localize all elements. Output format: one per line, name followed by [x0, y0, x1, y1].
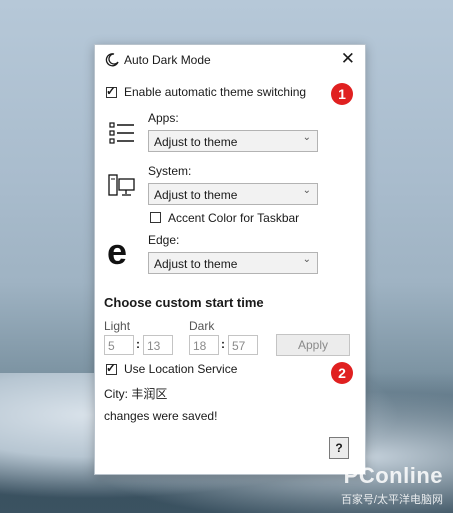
- light-minute-input[interactable]: 13: [143, 335, 173, 355]
- moon-icon: [105, 53, 119, 67]
- chevron-down-icon: ⌄: [302, 185, 311, 196]
- location-service-checkbox[interactable]: ✓: [106, 361, 117, 375]
- dark-hour-input[interactable]: 18: [189, 335, 219, 355]
- time-separator: :: [221, 337, 225, 351]
- light-label: Light: [104, 319, 131, 333]
- location-service-label[interactable]: Use Location Service: [124, 362, 237, 376]
- close-icon[interactable]: ✕: [341, 50, 355, 68]
- apps-theme-dropdown[interactable]: Adjust to theme ⌄: [148, 130, 318, 152]
- checkmark-icon: ✓: [106, 84, 117, 98]
- enable-switching-label[interactable]: Enable automatic theme switching: [124, 85, 306, 99]
- window-title: Auto Dark Mode: [124, 53, 211, 67]
- dark-minute-input[interactable]: 57: [228, 335, 258, 355]
- system-theme-value: Adjust to theme: [154, 188, 238, 202]
- chevron-down-icon: ⌄: [302, 132, 311, 143]
- watermark-brand: PConline: [343, 463, 443, 488]
- time-separator: :: [136, 337, 140, 351]
- list-icon: [109, 122, 134, 144]
- system-theme-dropdown[interactable]: Adjust to theme ⌄: [148, 183, 318, 205]
- accent-taskbar-checkbox[interactable]: [150, 212, 161, 223]
- annotation-marker-1: 1: [331, 83, 353, 105]
- accent-taskbar-label[interactable]: Accent Color for Taskbar: [168, 211, 299, 225]
- system-label: System:: [148, 164, 192, 178]
- edge-icon: e: [107, 231, 128, 272]
- edge-label: Edge:: [148, 233, 180, 247]
- annotation-marker-2: 2: [331, 362, 353, 384]
- apps-label: Apps:: [148, 111, 179, 125]
- city-text: City: 丰润区: [104, 387, 168, 401]
- help-button[interactable]: ?: [329, 437, 349, 459]
- edge-theme-dropdown[interactable]: Adjust to theme ⌄: [148, 252, 318, 274]
- enable-switching-checkbox[interactable]: ✓: [106, 84, 117, 98]
- light-hour-input[interactable]: 5: [104, 335, 134, 355]
- apply-button[interactable]: Apply: [276, 334, 350, 356]
- title-bar: Auto Dark Mode ✕: [95, 45, 365, 75]
- apps-theme-value: Adjust to theme: [154, 135, 238, 149]
- light-minute-value: 13: [147, 339, 161, 353]
- dark-minute-value: 57: [232, 339, 246, 353]
- dark-hour-value: 18: [193, 339, 207, 353]
- custom-time-heading: Choose custom start time: [104, 295, 264, 310]
- watermark-subtitle: 百家号/太平洋电脑网: [340, 494, 443, 506]
- chevron-down-icon: ⌄: [302, 254, 311, 265]
- status-message: changes were saved!: [104, 409, 218, 423]
- computer-icon: [108, 174, 135, 196]
- auto-dark-mode-window: Auto Dark Mode ✕ ✓ Enable automatic them…: [94, 44, 366, 475]
- light-hour-value: 5: [108, 339, 115, 353]
- checkmark-icon: ✓: [106, 361, 117, 375]
- edge-theme-value: Adjust to theme: [154, 257, 238, 271]
- dark-label: Dark: [189, 319, 215, 333]
